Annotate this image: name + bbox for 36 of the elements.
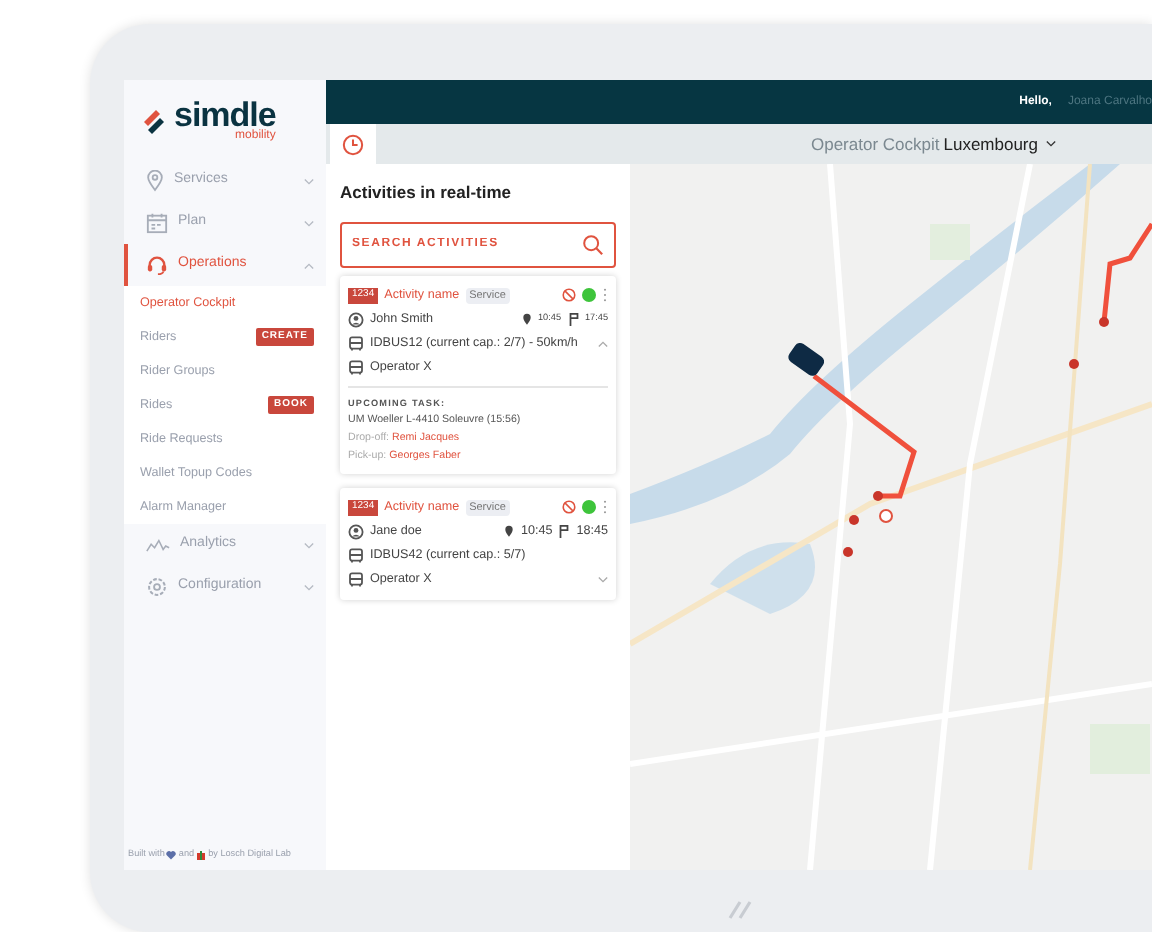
device-mark-icon	[726, 900, 754, 920]
clock-icon	[342, 133, 364, 155]
clock-tab[interactable]	[330, 124, 376, 164]
person-icon	[348, 523, 364, 540]
search-icon	[582, 233, 604, 256]
chevron-down-icon	[304, 541, 314, 549]
bus-icon	[348, 547, 364, 564]
blocked-icon	[562, 288, 576, 303]
headset-icon	[146, 254, 168, 276]
calendar-icon	[146, 212, 168, 234]
line-chart-icon	[146, 537, 170, 553]
bus-icon	[348, 571, 364, 588]
gear-icon	[146, 576, 168, 598]
pin-icon	[522, 312, 532, 327]
chevron-up-icon	[304, 261, 314, 269]
panel-title: Activities in real-time	[340, 180, 514, 206]
cockpit-title: Operator Cockpit	[810, 131, 940, 157]
logo-icon	[140, 107, 168, 133]
chevron-down-icon	[1046, 140, 1056, 148]
region-dropdown[interactable]: Luxembourg	[943, 131, 1056, 157]
pin-icon	[504, 524, 515, 539]
gift-icon	[196, 850, 207, 861]
brand-name: simdle	[174, 98, 276, 132]
heart-icon	[166, 850, 177, 861]
bus-icon	[348, 335, 364, 352]
chevron-down-icon	[598, 575, 608, 584]
chevron-down-icon	[304, 583, 314, 591]
chevron-down-icon	[304, 177, 314, 185]
chevron-down-icon	[304, 219, 314, 227]
flag-icon	[558, 524, 571, 539]
blocked-icon	[562, 500, 576, 515]
pin-icon	[146, 170, 164, 192]
flag-icon	[567, 312, 579, 327]
person-icon	[348, 311, 364, 328]
bus-icon	[348, 359, 364, 376]
chevron-up-icon	[598, 339, 608, 348]
